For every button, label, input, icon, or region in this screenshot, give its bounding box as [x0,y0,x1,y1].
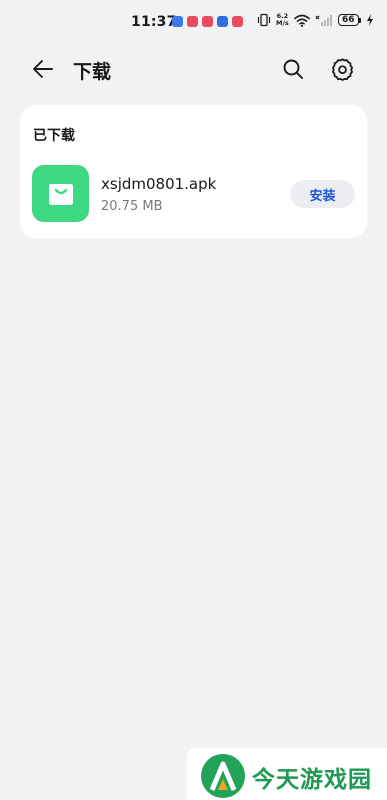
back-button[interactable] [28,54,58,84]
section-title: 已下载 [33,128,75,144]
notification-icon [217,16,228,27]
gear-icon [331,57,353,81]
status-bar: 11:37 6.2 M/s 66 [0,0,387,44]
shopping-bag-icon [48,183,73,205]
file-name: xsjdm0801.apk [101,175,217,193]
search-icon [283,59,303,79]
charging-icon [366,14,373,26]
wifi-icon [293,14,310,27]
downloaded-card: 已下载 xsjdm0801.apk 20.75 MB 安装 [20,105,367,238]
notification-icon [232,16,243,27]
battery-indicator: 66 [337,14,361,26]
app-icon [32,165,89,222]
search-button[interactable] [278,54,308,84]
battery-tip [358,17,361,23]
settings-button[interactable] [327,54,357,84]
notification-icons [172,16,243,27]
watermark-logo-icon [201,754,245,798]
notification-icon [172,16,183,27]
watermark-text: 今天游戏园 [252,767,372,793]
signal-icon [315,15,332,26]
network-speed: 6.2 M/s [276,13,289,27]
page-title: 下载 [73,61,112,83]
notification-icon [187,16,198,27]
status-indicators: 6.2 M/s 66 [257,13,374,27]
file-size: 20.75 MB [101,199,163,214]
network-speed-unit: M/s [276,19,289,27]
arrow-left-icon [33,60,53,78]
vibrate-icon [257,13,271,27]
watermark: 今天游戏园 [187,748,387,800]
install-button[interactable]: 安装 [290,180,355,208]
status-time: 11:37 [131,14,177,30]
battery-level: 66 [337,14,359,26]
app-header: 下载 [0,46,387,92]
notification-icon [202,16,213,27]
